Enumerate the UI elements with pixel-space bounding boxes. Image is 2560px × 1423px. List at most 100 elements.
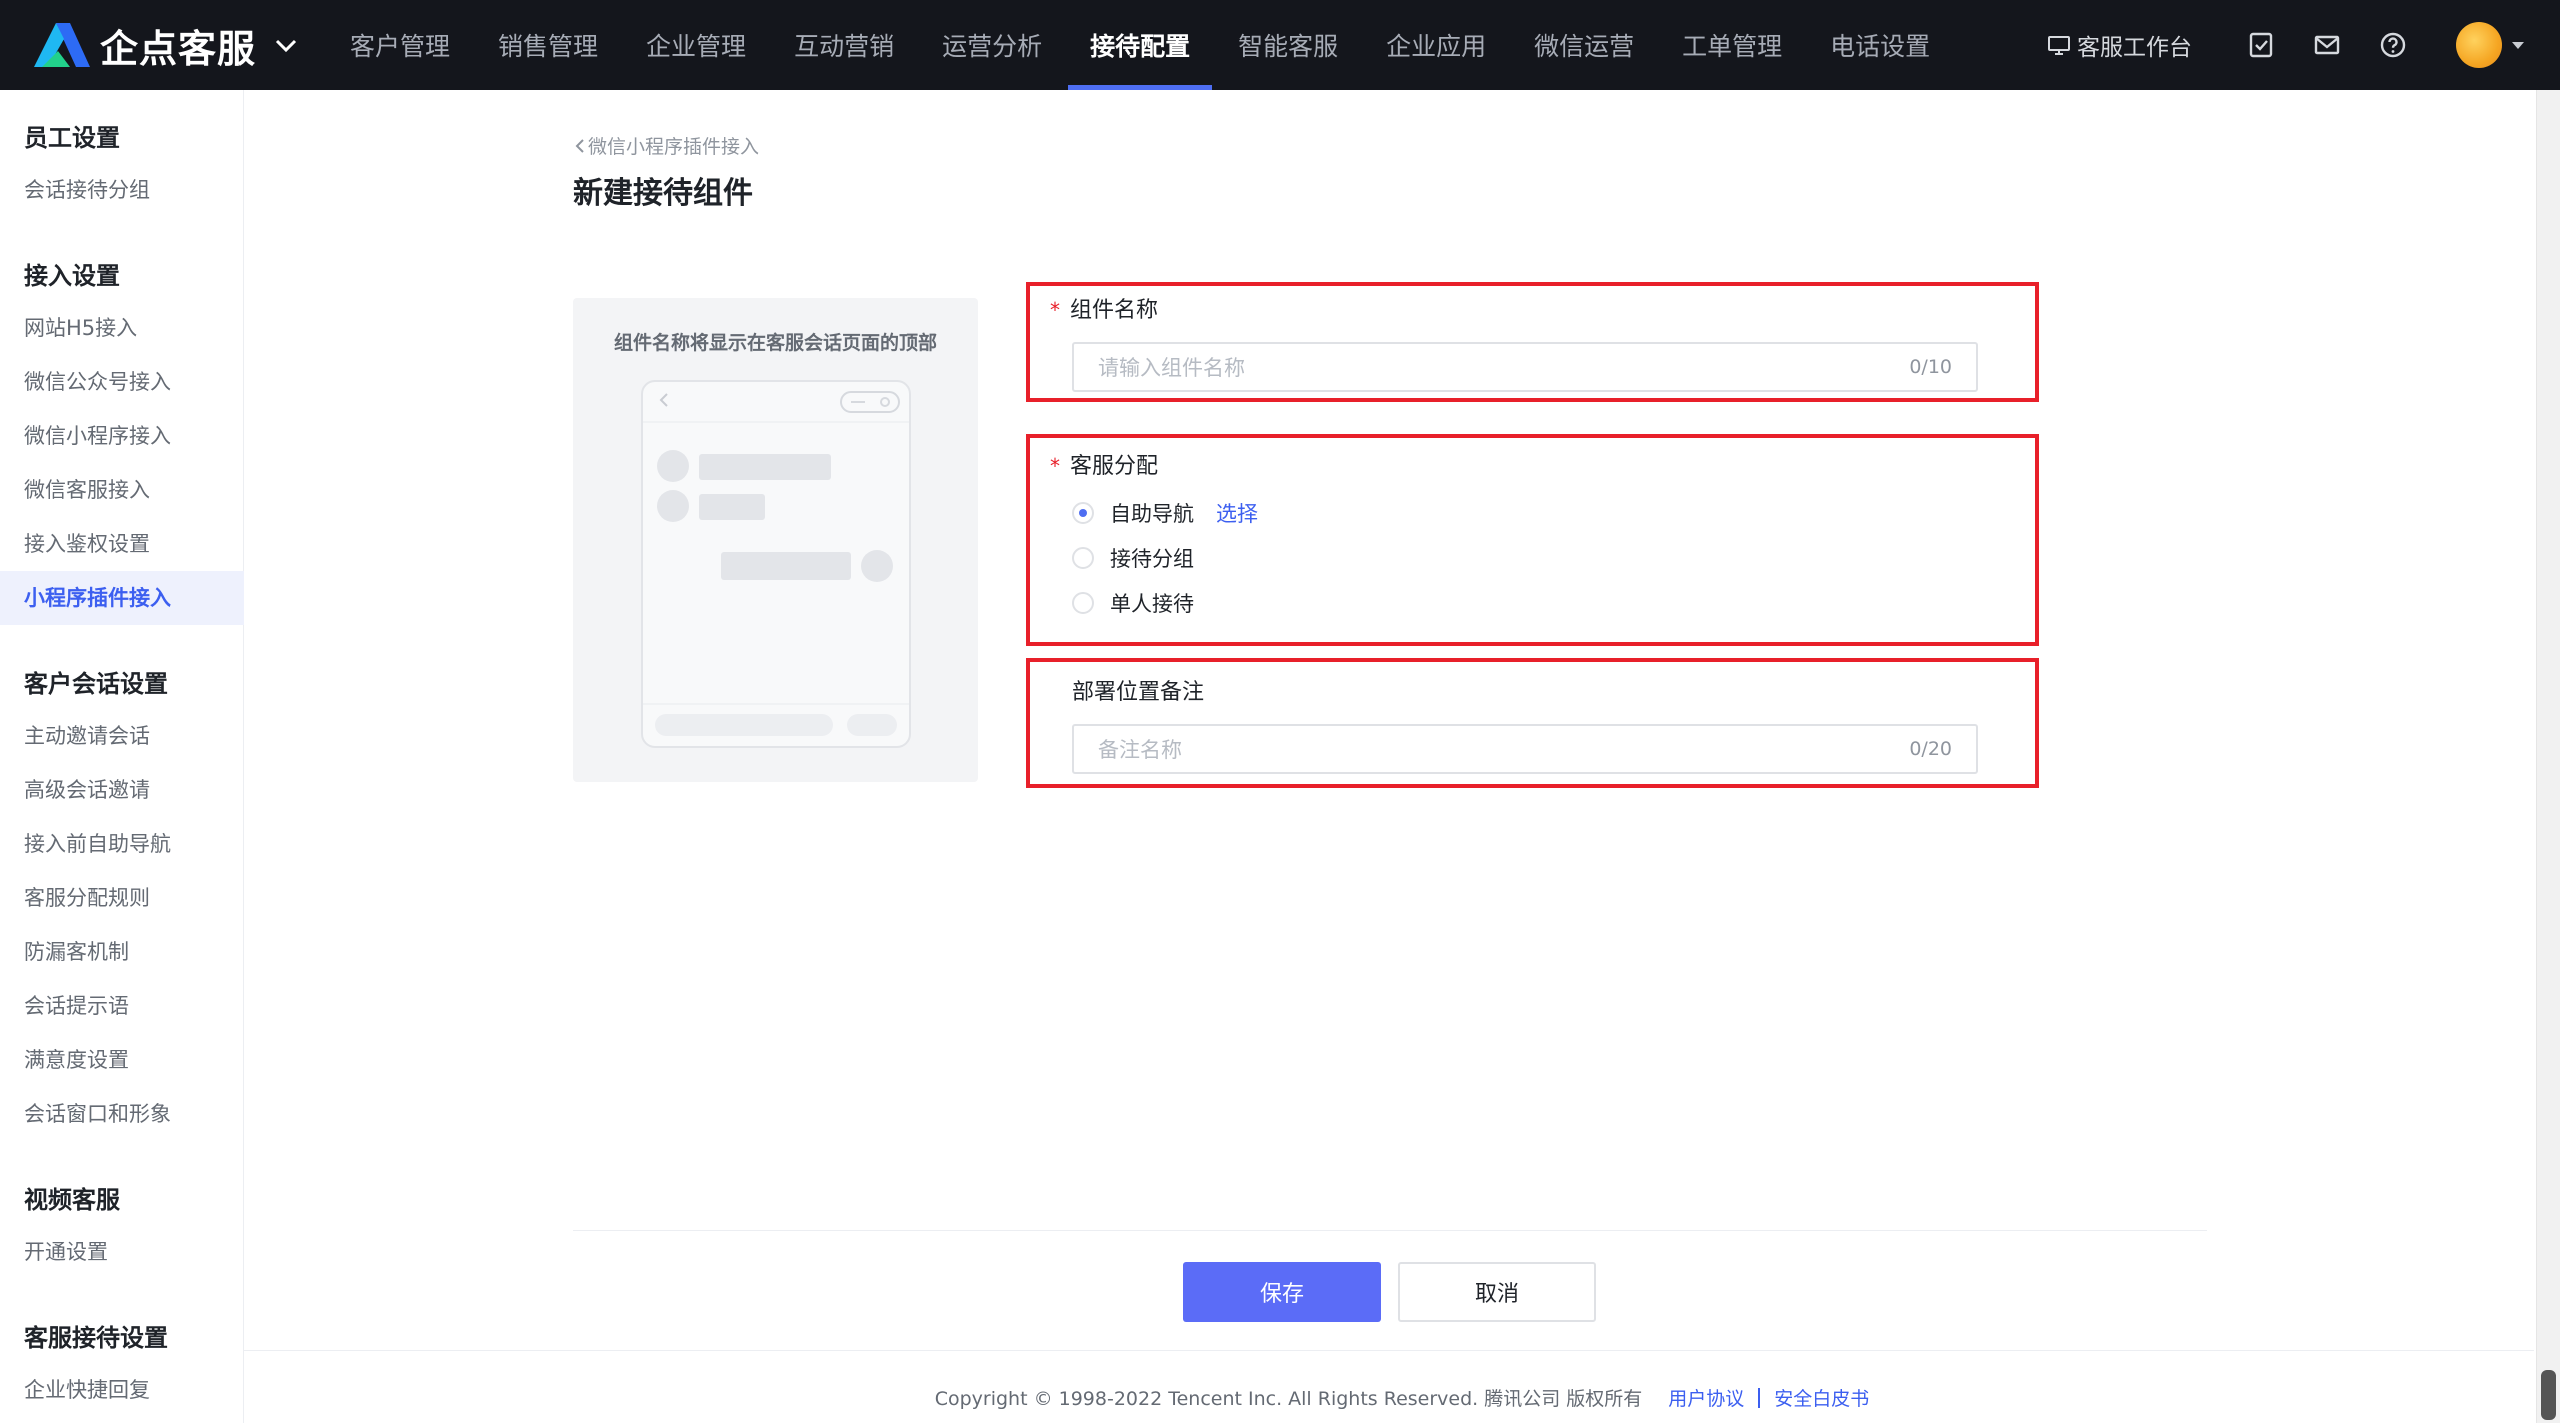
component-preview: 组件名称将显示在客服会话页面的顶部 [573, 298, 978, 782]
required-mark: * [1050, 454, 1060, 478]
sidebar-item-wechat-miniprogram[interactable]: 微信小程序接入 [0, 409, 244, 463]
component-name-label: * 组件名称 [1050, 292, 1158, 324]
breadcrumb[interactable]: 微信小程序插件接入 [574, 132, 759, 159]
mail-icon[interactable] [2310, 28, 2344, 62]
radio-unchecked-icon[interactable] [1072, 592, 1094, 614]
topbar-actions: 客服工作台 [2047, 0, 2524, 90]
security-whitepaper-link[interactable]: 安全白皮书 [1774, 1384, 1869, 1411]
nav-item-label: 接待配置 [1090, 32, 1191, 61]
caret-down-icon [2512, 41, 2524, 49]
sidebar-item-session-prompts[interactable]: 会话提示语 [0, 979, 244, 1033]
user-menu[interactable] [2456, 22, 2524, 68]
component-name-input[interactable]: 请输入组件名称 0/10 [1072, 342, 1978, 392]
radio-label: 自助导航 [1110, 502, 1194, 526]
highlight-box-name: * 组件名称 请输入组件名称 0/10 [1026, 282, 2039, 402]
nav-item-label: 销售管理 [498, 32, 599, 61]
sidebar-item-web-h5[interactable]: 网站H5接入 [0, 301, 244, 355]
monitor-icon [2048, 36, 2070, 55]
sidebar-item-wechat-service[interactable]: 微信客服接入 [0, 463, 244, 517]
nav-item-reception-config[interactable]: 接待配置 [1066, 0, 1214, 90]
nav-item-sales-management[interactable]: 销售管理 [474, 0, 622, 90]
app-name: 企点客服 [100, 26, 257, 71]
sidebar-group-session-settings: 客户会话设置 [24, 670, 168, 698]
service-assign-label-text: 客服分配 [1070, 454, 1159, 479]
nav-item-label: 微信运营 [1534, 32, 1635, 61]
sidebar-item-advanced-invite[interactable]: 高级会话邀请 [0, 763, 244, 817]
nav-item-customer-management[interactable]: 客户管理 [326, 0, 474, 90]
copyright-text: Copyright © 1998-2022 Tencent Inc. All R… [934, 1388, 1643, 1410]
highlight-box-remark: 部署位置备注 备注名称 0/20 [1026, 658, 2039, 788]
actions-divider [573, 1230, 2207, 1231]
component-name-placeholder: 请输入组件名称 [1098, 356, 1245, 380]
radio-checked-icon[interactable] [1072, 502, 1094, 524]
radio-unchecked-icon[interactable] [1072, 547, 1094, 569]
nav-item-label: 电话设置 [1830, 32, 1931, 61]
footer: Copyright © 1998-2022 Tencent Inc. All R… [0, 1384, 2560, 1411]
nav-item-ticket-management[interactable]: 工单管理 [1658, 0, 1806, 90]
app-logo[interactable]: 企点客服 [34, 0, 300, 90]
sidebar-item-miniprogram-plugin[interactable]: 小程序插件接入 [0, 571, 244, 625]
workbench-label: 客服工作台 [2077, 35, 2192, 61]
chevron-left-icon [575, 138, 584, 153]
radio-label: 单人接待 [1110, 592, 1194, 616]
remark-input[interactable]: 备注名称 0/20 [1072, 724, 1978, 774]
scrollbar[interactable] [2536, 90, 2560, 1423]
nav-item-enterprise-management[interactable]: 企业管理 [622, 0, 770, 90]
main-nav: 客户管理 销售管理 企业管理 互动营销 运营分析 接待配置 智能客服 企业应用 … [326, 0, 1954, 90]
sidebar-item-leak-prevention[interactable]: 防漏客机制 [0, 925, 244, 979]
sidebar-item-access-auth[interactable]: 接入鉴权设置 [0, 517, 244, 571]
sidebar-item-activation-settings[interactable]: 开通设置 [0, 1225, 244, 1279]
sidebar-item-satisfaction[interactable]: 满意度设置 [0, 1033, 244, 1087]
sidebar: 员工设置 会话接待分组 接入设置 网站H5接入 微信公众号接入 微信小程序接入 … [0, 90, 244, 1423]
sidebar-group-staff-settings: 员工设置 [24, 124, 120, 152]
sidebar-item-session-groups[interactable]: 会话接待分组 [0, 163, 244, 217]
sidebar-group-video-service: 视频客服 [24, 1186, 120, 1214]
cancel-button[interactable]: 取消 [1398, 1262, 1596, 1322]
radio-reception-group[interactable]: 接待分组 [1072, 543, 1194, 573]
radio-self-navigation[interactable]: 自助导航 选择 [1072, 498, 1258, 528]
nav-item-label: 客户管理 [350, 32, 451, 61]
avatar [2456, 22, 2502, 68]
nav-item-label: 运营分析 [942, 32, 1043, 61]
top-navigation-bar: 企点客服 客户管理 销售管理 企业管理 互动营销 运营分析 接待配置 智能客服 … [0, 0, 2560, 90]
chevron-down-icon[interactable] [272, 31, 300, 59]
component-name-label-text: 组件名称 [1070, 298, 1159, 323]
sidebar-group-access-settings: 接入设置 [24, 262, 120, 290]
nav-item-smart-service[interactable]: 智能客服 [1214, 0, 1362, 90]
nav-item-operations-analysis[interactable]: 运营分析 [918, 0, 1066, 90]
nav-item-label: 企业管理 [646, 32, 747, 61]
radio-single-reception[interactable]: 单人接待 [1072, 588, 1194, 618]
remark-placeholder: 备注名称 [1098, 738, 1182, 762]
component-name-counter: 0/10 [1909, 356, 1952, 378]
phone-mockup-illustration [643, 391, 909, 736]
task-check-icon[interactable] [2244, 28, 2278, 62]
sidebar-group-reception-settings: 客服接待设置 [24, 1324, 168, 1352]
sidebar-item-pre-access-nav[interactable]: 接入前自助导航 [0, 817, 244, 871]
nav-item-label: 企业应用 [1386, 32, 1487, 61]
remark-label: 部署位置备注 [1072, 680, 1205, 705]
sidebar-item-assign-rules[interactable]: 客服分配规则 [0, 871, 244, 925]
breadcrumb-label: 微信小程序插件接入 [588, 136, 760, 158]
nav-item-wechat-operations[interactable]: 微信运营 [1510, 0, 1658, 90]
preview-caption: 组件名称将显示在客服会话页面的顶部 [613, 332, 937, 354]
nav-item-phone-settings[interactable]: 电话设置 [1806, 0, 1954, 90]
save-button[interactable]: 保存 [1183, 1262, 1381, 1322]
nav-item-enterprise-apps[interactable]: 企业应用 [1362, 0, 1510, 90]
radio-label: 接待分组 [1110, 547, 1194, 571]
user-agreement-link[interactable]: 用户协议 [1668, 1384, 1744, 1411]
remark-counter: 0/20 [1909, 738, 1952, 760]
nav-item-label: 互动营销 [794, 32, 895, 61]
service-assign-label: * 客服分配 [1050, 448, 1158, 480]
nav-item-interactive-marketing[interactable]: 互动营销 [770, 0, 918, 90]
select-link[interactable]: 选择 [1216, 498, 1258, 528]
scrollbar-thumb[interactable] [2541, 1370, 2556, 1420]
sidebar-item-window-appearance[interactable]: 会话窗口和形象 [0, 1087, 244, 1141]
footer-divider [244, 1350, 2534, 1351]
nav-item-label: 智能客服 [1238, 32, 1339, 61]
help-icon[interactable] [2376, 28, 2410, 62]
required-mark: * [1050, 298, 1060, 322]
sidebar-item-wechat-official[interactable]: 微信公众号接入 [0, 355, 244, 409]
qidian-logo-icon [34, 23, 90, 67]
workbench-link[interactable]: 客服工作台 [2047, 28, 2192, 62]
sidebar-item-active-invite[interactable]: 主动邀请会话 [0, 709, 244, 763]
